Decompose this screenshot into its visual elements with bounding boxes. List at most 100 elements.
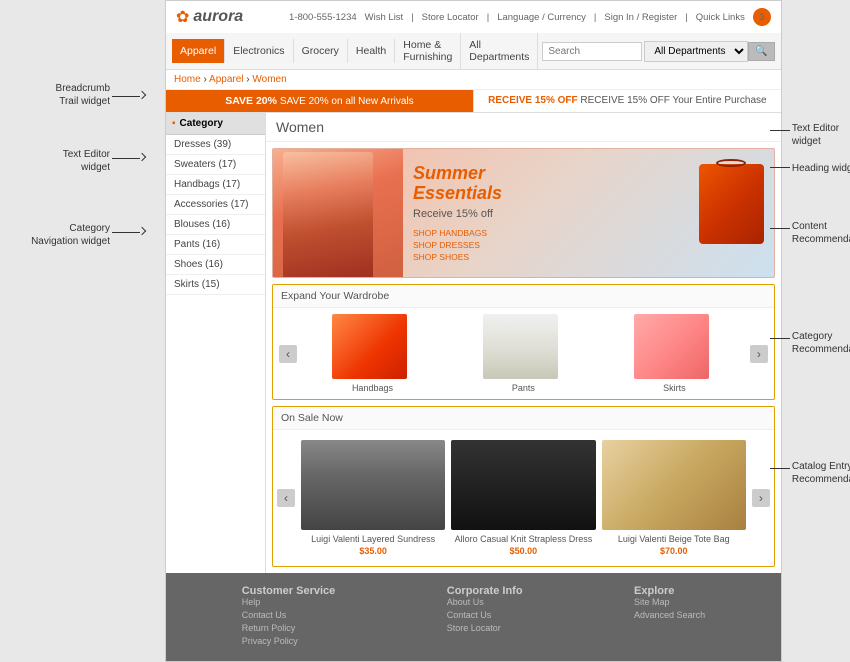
handbag-thumb	[332, 314, 407, 379]
footer-link-about[interactable]: About Us	[447, 597, 523, 607]
main-content: ▪ Category Dresses (39) Sweaters (17) Ha…	[166, 113, 781, 573]
header-top: ✿ aurora 1-800-555-1234 Wish List | Stor…	[166, 1, 781, 33]
category-recommendation-widget: Expand Your Wardrobe ‹ Handbags Pants	[272, 284, 775, 400]
logo[interactable]: ✿ aurora	[176, 7, 243, 27]
product-price-2: $50.00	[451, 546, 595, 556]
carousel-prev-button[interactable]: ‹	[279, 345, 297, 363]
footer-col-1: Customer Service Help Contact Us Return …	[242, 585, 336, 649]
sidebar-item-skirts[interactable]: Skirts (15)	[166, 275, 265, 295]
breadcrumb-women: Women	[252, 74, 286, 85]
nav-apparel[interactable]: Apparel	[172, 39, 225, 63]
catalog-entry-widget: On Sale Now ‹ Luigi Valenti Layered Sund…	[272, 406, 775, 567]
handbag-label: Handbags	[332, 383, 412, 393]
promo-left: SAVE 20% SAVE 20% on all New Arrivals	[166, 90, 473, 112]
carousel-item-pants[interactable]: Pants	[483, 314, 563, 393]
product-carousel: ‹ Luigi Valenti Layered Sundress $35.00 …	[273, 430, 774, 566]
nav-electronics[interactable]: Electronics	[225, 39, 293, 63]
nav-bar: Apparel Electronics Grocery Health Home …	[166, 33, 781, 70]
product-grid: Luigi Valenti Layered Sundress $35.00 Al…	[295, 434, 752, 562]
search-box: All Departments 🔍	[542, 41, 774, 62]
footer-link-contact1[interactable]: Contact Us	[242, 610, 336, 620]
sidebar-item-dresses[interactable]: Dresses (39)	[166, 135, 265, 155]
footer-link-help[interactable]: Help	[242, 597, 336, 607]
text-editor-ann-label: Text Editor widget	[15, 148, 110, 174]
product-image-3	[602, 440, 746, 530]
quick-links-link[interactable]: Quick Links	[696, 12, 745, 23]
breadcrumb-home[interactable]: Home	[174, 74, 201, 85]
sidebar-item-accessories[interactable]: Accessories (17)	[166, 195, 265, 215]
hero-model-image	[273, 149, 403, 277]
hero-bag-image	[699, 164, 764, 244]
store-locator-link[interactable]: Store Locator	[422, 12, 479, 23]
product-price-3: $70.00	[602, 546, 746, 556]
promo-right: RECEIVE 15% OFF RECEIVE 15% OFF Your Ent…	[473, 90, 781, 112]
hero-link-shoes[interactable]: SHOP SHOES	[413, 252, 502, 262]
product-prev-button[interactable]: ‹	[277, 489, 295, 507]
hero-link-dresses[interactable]: SHOP DRESSES	[413, 240, 502, 250]
sidebar-item-handbags[interactable]: Handbags (17)	[166, 175, 265, 195]
logo-text: aurora	[193, 8, 243, 26]
cart-icon[interactable]: 3	[753, 8, 771, 26]
category-rec-ann-label: Category Recommendation widget	[792, 330, 850, 356]
footer-link-contact2[interactable]: Contact Us	[447, 610, 523, 620]
footer-link-store[interactable]: Store Locator	[447, 623, 523, 633]
product-price-1: $35.00	[301, 546, 445, 556]
product-card-2: Alloro Casual Knit Strapless Dress $50.0…	[451, 440, 595, 556]
footer-link-return[interactable]: Return Policy	[242, 623, 336, 633]
sign-in-link[interactable]: Sign In / Register	[604, 12, 677, 23]
pants-thumb	[483, 314, 558, 379]
wish-list-link[interactable]: Wish List	[365, 12, 404, 23]
pants-label: Pants	[483, 383, 563, 393]
footer-col-3-title: Explore	[634, 585, 705, 597]
footer-link-privacy[interactable]: Privacy Policy	[242, 636, 336, 646]
cart-count: 3	[759, 12, 764, 22]
footer-col-2: Corporate Info About Us Contact Us Store…	[447, 585, 523, 649]
product-name-1: Luigi Valenti Layered Sundress	[301, 534, 445, 544]
nav-all-departments[interactable]: All Departments	[461, 33, 538, 69]
hero-title: SummerEssentials	[413, 164, 502, 204]
search-dept-select[interactable]: All Departments	[644, 41, 748, 62]
product-name-2: Alloro Casual Knit Strapless Dress	[451, 534, 595, 544]
search-button[interactable]: 🔍	[748, 42, 774, 61]
product-card-3: Luigi Valenti Beige Tote Bag $70.00	[602, 440, 746, 556]
product-image-1	[301, 440, 445, 530]
product-image-2	[451, 440, 595, 530]
carousel-item-handbags[interactable]: Handbags	[332, 314, 412, 393]
nav-health[interactable]: Health	[348, 39, 395, 63]
heading-ann-label: Heading widget	[792, 162, 850, 175]
language-link[interactable]: Language / Currency	[497, 12, 586, 23]
promo-bar: SAVE 20% SAVE 20% on all New Arrivals RE…	[166, 90, 781, 113]
sidebar-item-shoes[interactable]: Shoes (16)	[166, 255, 265, 275]
carousel-item-skirts[interactable]: Skirts	[634, 314, 714, 393]
footer-col-3: Explore Site Map Advanced Search	[634, 585, 705, 649]
footer-link-sitemap[interactable]: Site Map	[634, 597, 705, 607]
sidebar-item-pants[interactable]: Pants (16)	[166, 235, 265, 255]
search-input[interactable]	[542, 42, 642, 61]
section-heading: Women	[266, 113, 781, 142]
sidebar-item-sweaters[interactable]: Sweaters (17)	[166, 155, 265, 175]
breadcrumb-ann-label: Breadcrumb Trail widget	[10, 82, 110, 108]
product-next-button[interactable]: ›	[752, 489, 770, 507]
category-rec-header: Expand Your Wardrobe	[273, 285, 774, 308]
breadcrumb: Home › Apparel › Women	[166, 70, 781, 90]
hero-link-handbags[interactable]: SHOP HANDBAGS	[413, 228, 502, 238]
sidebar-item-blouses[interactable]: Blouses (16)	[166, 215, 265, 235]
footer-link-advanced-search[interactable]: Advanced Search	[634, 610, 705, 620]
header-links: 1-800-555-1234 Wish List | Store Locator…	[289, 8, 771, 26]
carousel-next-button[interactable]: ›	[750, 345, 768, 363]
catalog-entry-ann-label: Catalog Entry Recommendation widget	[792, 460, 850, 486]
nav-grocery[interactable]: Grocery	[294, 39, 348, 63]
catalog-entry-header: On Sale Now	[273, 407, 774, 430]
breadcrumb-apparel[interactable]: Apparel	[209, 74, 243, 85]
hero-links: SHOP HANDBAGS SHOP DRESSES SHOP SHOES	[413, 228, 502, 262]
hero-text: SummerEssentials Receive 15% off SHOP HA…	[403, 149, 512, 277]
phone: 1-800-555-1234	[289, 12, 357, 23]
skirts-thumb	[634, 314, 709, 379]
sidebar-header: ▪ Category	[166, 113, 265, 135]
content-rec-ann-label: Content Recommendation widget	[792, 220, 850, 246]
hero-banner: SummerEssentials Receive 15% off SHOP HA…	[272, 148, 775, 278]
nav-home[interactable]: Home & Furnishing	[395, 33, 461, 69]
carousel-items: Handbags Pants Skirts	[297, 314, 750, 393]
product-card-1: Luigi Valenti Layered Sundress $35.00	[301, 440, 445, 556]
category-nav-ann-label: Category Navigation widget	[5, 222, 110, 248]
